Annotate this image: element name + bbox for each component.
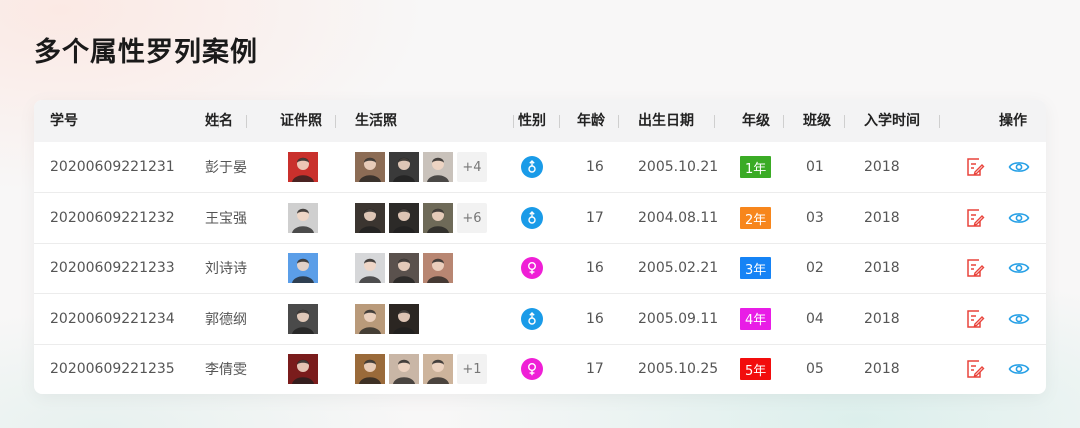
class-cell: 02 xyxy=(806,260,824,277)
class-cell: 05 xyxy=(806,361,824,378)
col-header-life-photos[interactable]: 生活照 xyxy=(355,100,514,142)
birthdate-cell: 2004.08.11 xyxy=(638,210,719,227)
col-header-age[interactable]: 年龄 xyxy=(577,100,619,142)
life-photo-thumbnail[interactable] xyxy=(389,253,419,284)
life-photo-thumbnail[interactable] xyxy=(355,303,385,334)
enroll-cell: 2018 xyxy=(864,210,900,227)
col-header-birthdate[interactable]: 出生日期 xyxy=(638,100,715,142)
enroll-cell: 2018 xyxy=(864,159,900,176)
birthdate-cell: 2005.09.11 xyxy=(638,310,719,327)
grade-badge: 4年 xyxy=(740,307,772,330)
birthdate-cell: 2005.10.21 xyxy=(638,159,719,176)
age-cell: 16 xyxy=(586,310,604,327)
student-id-cell: 20200609221235 xyxy=(50,361,175,378)
id-photo-thumbnail[interactable] xyxy=(288,253,318,284)
table-row[interactable]: 20200609221234 郭德纲 16 2005.09.11 4年 04 2018 xyxy=(34,293,1046,343)
edit-icon[interactable] xyxy=(965,157,985,177)
class-cell: 01 xyxy=(806,159,824,176)
view-icon[interactable] xyxy=(1008,361,1030,377)
col-header-student-id[interactable]: 学号 xyxy=(50,100,219,142)
student-id-cell: 20200609221234 xyxy=(50,310,175,327)
life-photos-group xyxy=(355,253,453,284)
view-icon[interactable] xyxy=(1008,210,1030,226)
edit-icon[interactable] xyxy=(965,208,985,228)
view-icon[interactable] xyxy=(1008,260,1030,276)
enroll-cell: 2018 xyxy=(864,260,900,277)
table-row[interactable]: 20200609221231 彭于晏 +4 16 2005.10.21 1年 01 2018 xyxy=(34,142,1046,192)
life-photo-thumbnail[interactable] xyxy=(389,203,419,234)
id-photo-thumbnail[interactable] xyxy=(288,152,318,183)
class-cell: 03 xyxy=(806,210,824,227)
table-row[interactable]: 20200609221235 李倩雯 +1 17 2005.10.25 5年 05 2018 xyxy=(34,343,1046,394)
life-photo-thumbnail[interactable] xyxy=(423,152,453,183)
edit-icon[interactable] xyxy=(965,258,985,278)
name-cell: 李倩雯 xyxy=(205,362,247,379)
life-photos-group: +1 xyxy=(355,354,487,385)
enroll-cell: 2018 xyxy=(864,310,900,327)
view-icon[interactable] xyxy=(1008,159,1030,175)
student-table: 学号 姓名 证件照 生活照 性别 年龄 出生日期 年级 班级 入学时间 操作 2… xyxy=(34,100,1046,394)
id-photo-thumbnail[interactable] xyxy=(288,203,318,234)
life-photos-group xyxy=(355,303,419,334)
student-id-cell: 20200609221232 xyxy=(50,210,175,227)
student-id-cell: 20200609221233 xyxy=(50,260,175,277)
male-icon xyxy=(521,156,543,179)
life-photo-thumbnail[interactable] xyxy=(355,152,385,183)
more-photos-count[interactable]: +4 xyxy=(457,152,487,183)
more-photos-count[interactable]: +1 xyxy=(457,354,487,385)
age-cell: 17 xyxy=(586,210,604,227)
enroll-cell: 2018 xyxy=(864,361,900,378)
col-header-enroll-time[interactable]: 入学时间 xyxy=(864,100,940,142)
page-title: 多个属性罗列案例 xyxy=(34,37,258,68)
class-cell: 04 xyxy=(806,310,824,327)
col-header-grade[interactable]: 年级 xyxy=(742,100,784,142)
life-photos-group: +6 xyxy=(355,203,487,234)
table-header: 学号 姓名 证件照 生活照 性别 年龄 出生日期 年级 班级 入学时间 操作 xyxy=(34,100,1046,142)
col-header-gender[interactable]: 性别 xyxy=(518,100,560,142)
col-header-name[interactable]: 姓名 xyxy=(205,100,247,142)
female-icon xyxy=(521,358,543,381)
life-photo-thumbnail[interactable] xyxy=(423,354,453,385)
col-header-id-photo[interactable]: 证件照 xyxy=(280,100,336,142)
male-icon xyxy=(521,207,543,230)
id-photo-thumbnail[interactable] xyxy=(288,354,318,385)
table-row[interactable]: 20200609221233 刘诗诗 16 2005.02.21 3年 02 2018 xyxy=(34,242,1046,293)
table-row[interactable]: 20200609221232 王宝强 +6 17 2004.08.11 2年 03 2018 xyxy=(34,192,1046,242)
life-photo-thumbnail[interactable] xyxy=(423,203,453,234)
grade-badge: 3年 xyxy=(740,257,772,280)
age-cell: 16 xyxy=(586,159,604,176)
female-icon xyxy=(521,257,543,280)
grade-badge: 2年 xyxy=(740,207,772,230)
view-icon[interactable] xyxy=(1008,311,1030,327)
birthdate-cell: 2005.10.25 xyxy=(638,361,719,378)
life-photo-thumbnail[interactable] xyxy=(423,253,453,284)
name-cell: 王宝强 xyxy=(205,211,247,228)
life-photos-group: +4 xyxy=(355,152,487,183)
life-photo-thumbnail[interactable] xyxy=(389,303,419,334)
more-photos-count[interactable]: +6 xyxy=(457,203,487,234)
grade-badge: 5年 xyxy=(740,358,772,381)
name-cell: 郭德纲 xyxy=(205,311,247,328)
student-id-cell: 20200609221231 xyxy=(50,159,175,176)
name-cell: 刘诗诗 xyxy=(205,261,247,278)
grade-badge: 1年 xyxy=(740,156,772,179)
id-photo-thumbnail[interactable] xyxy=(288,303,318,334)
life-photo-thumbnail[interactable] xyxy=(389,152,419,183)
name-cell: 彭于晏 xyxy=(205,160,247,177)
edit-icon[interactable] xyxy=(965,309,985,329)
male-icon xyxy=(521,307,543,330)
life-photo-thumbnail[interactable] xyxy=(355,253,385,284)
life-photo-thumbnail[interactable] xyxy=(355,354,385,385)
life-photo-thumbnail[interactable] xyxy=(355,203,385,234)
birthdate-cell: 2005.02.21 xyxy=(638,260,719,277)
col-header-class[interactable]: 班级 xyxy=(803,100,845,142)
life-photo-thumbnail[interactable] xyxy=(389,354,419,385)
edit-icon[interactable] xyxy=(965,359,985,379)
age-cell: 16 xyxy=(586,260,604,277)
col-header-actions: 操作 xyxy=(999,113,1027,129)
age-cell: 17 xyxy=(586,361,604,378)
